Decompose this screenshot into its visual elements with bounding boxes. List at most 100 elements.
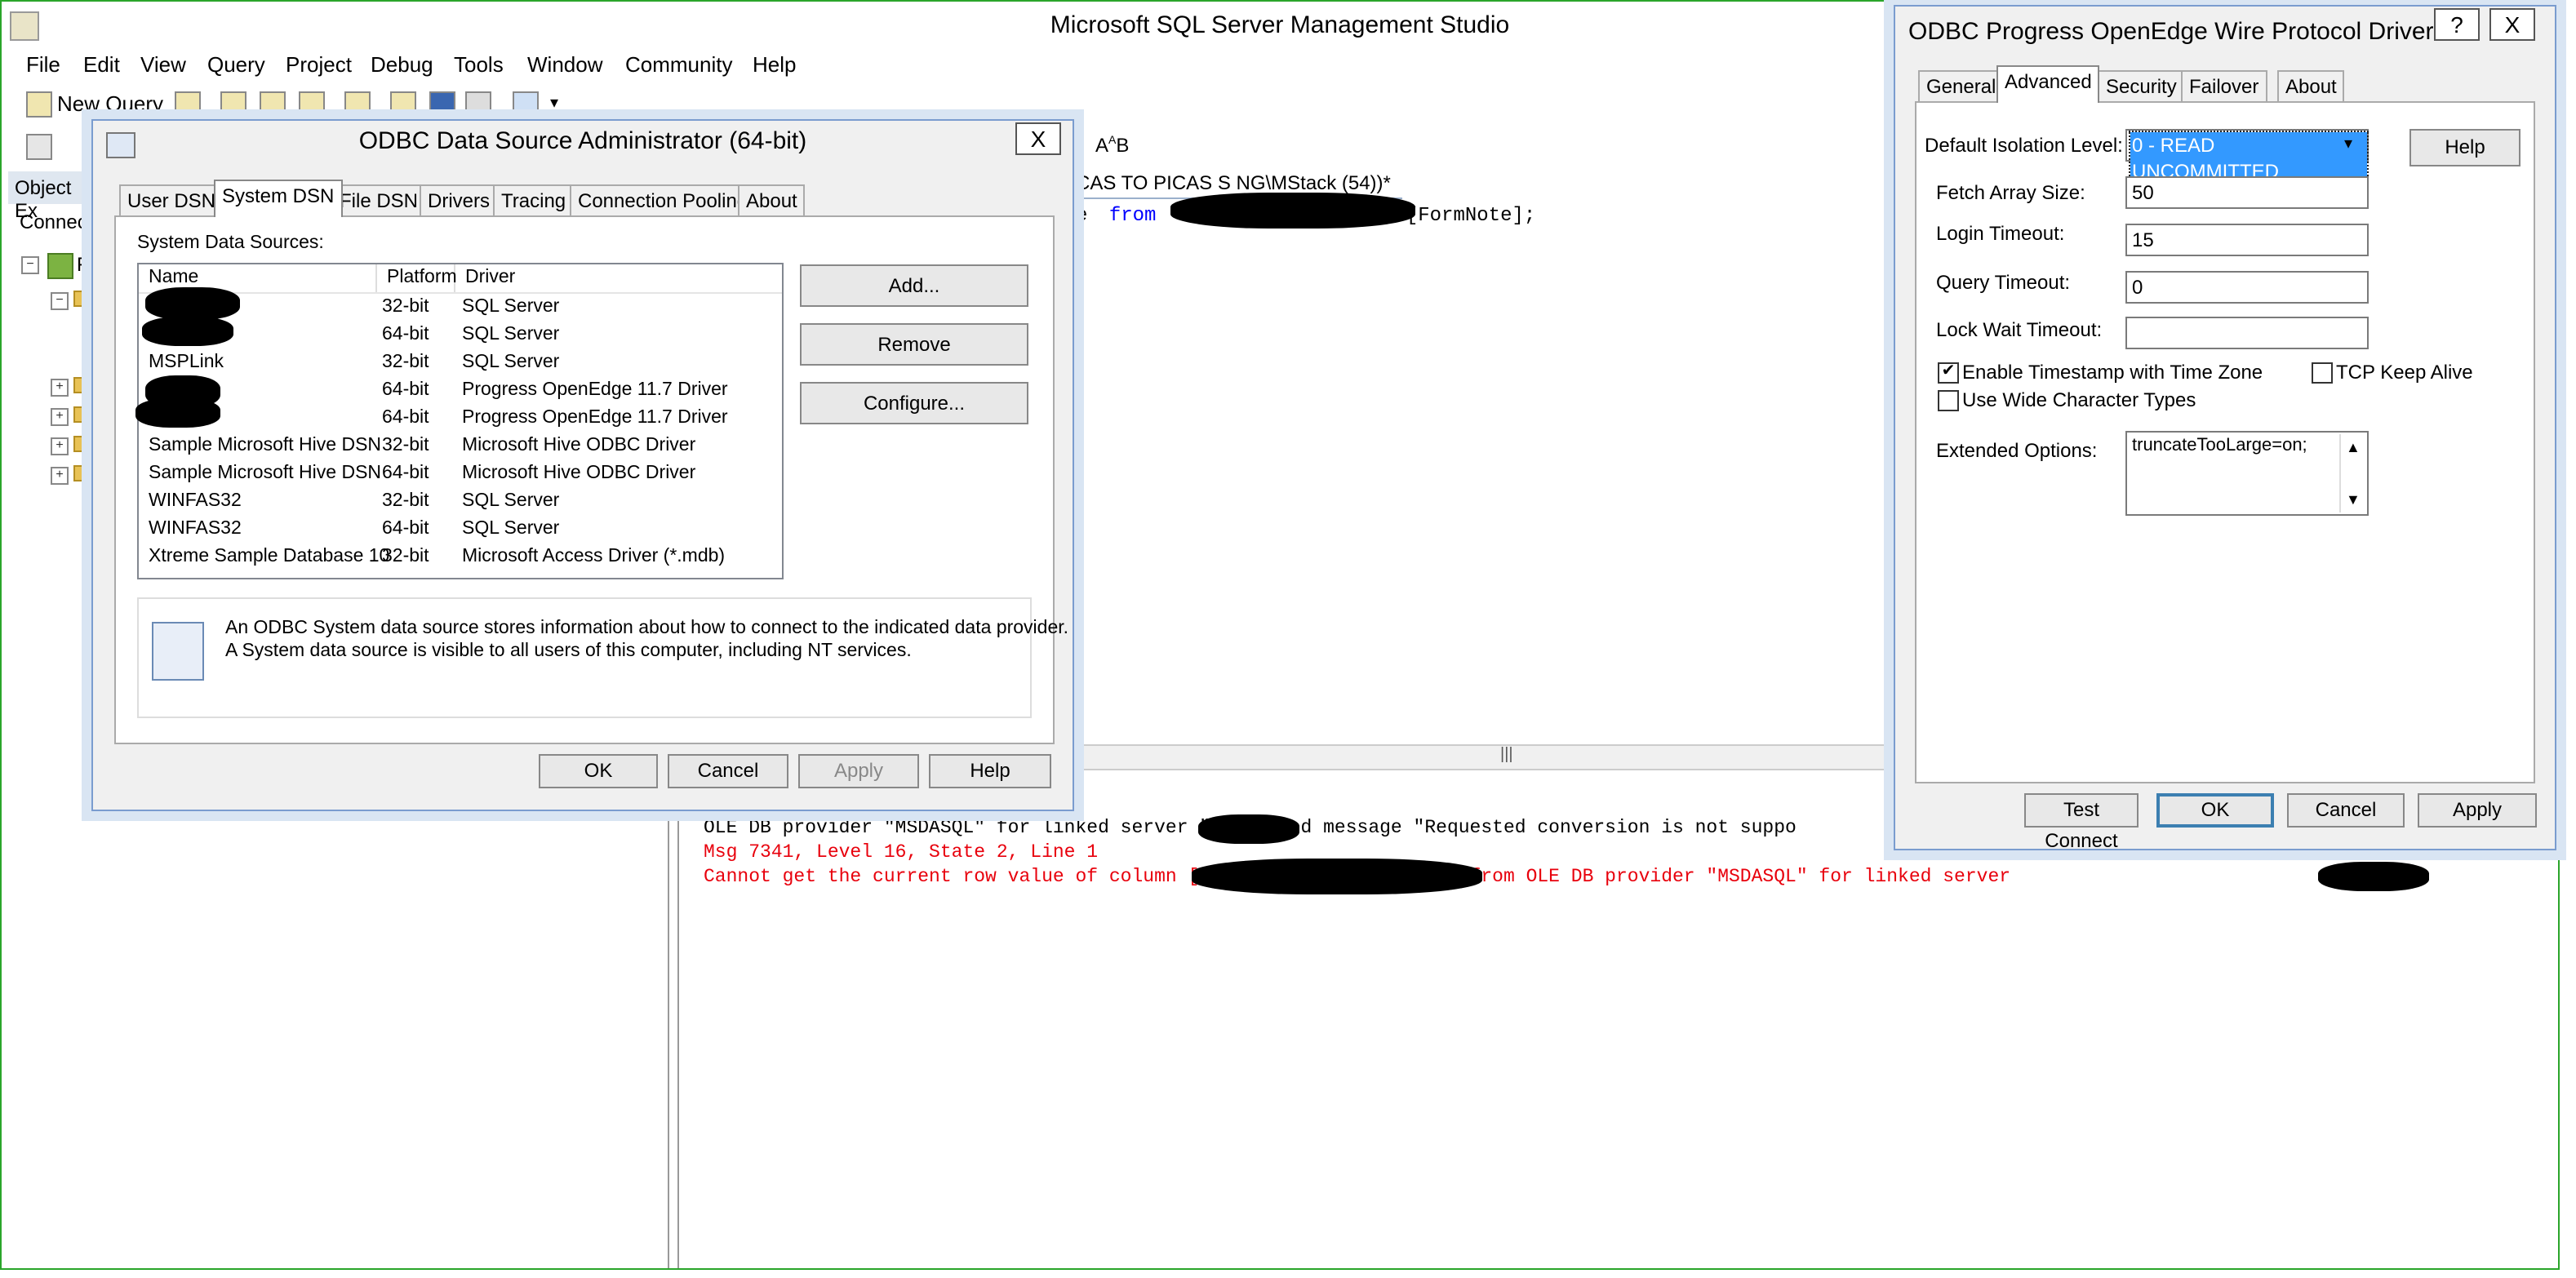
scroll-down-icon[interactable]: ▼	[2346, 486, 2361, 513]
system-dsn-list[interactable]: Name Platform Driver 32-bit SQL Server 64…	[135, 263, 784, 579]
configure-button[interactable]: Configure...	[800, 382, 1028, 424]
wide-char-types-checkbox[interactable]	[1938, 390, 1959, 411]
apply-button[interactable]: Apply	[2418, 793, 2537, 828]
add-button[interactable]: Add...	[800, 264, 1028, 307]
query-timeout-input[interactable]: 0	[2125, 271, 2369, 304]
list-item[interactable]: MSPLink 32-bit SQL Server	[139, 349, 782, 377]
tab-user-dsn[interactable]: User DSN	[119, 184, 224, 217]
info-box: An ODBC System data source stores inform…	[137, 597, 1068, 718]
expand-icon[interactable]: +	[51, 408, 69, 426]
scrollbar[interactable]: ▲ ▼	[2339, 434, 2367, 513]
font-size-icon[interactable]: AAB	[1095, 134, 1129, 157]
login-timeout-input[interactable]: 15	[2125, 224, 2369, 256]
print-icon[interactable]	[465, 91, 491, 118]
activity-monitor-icon[interactable]	[513, 91, 539, 118]
extended-options-value: truncateTooLarge=on;	[2132, 436, 2307, 455]
scroll-up-icon[interactable]: ▲	[2346, 434, 2361, 460]
dmx-query-icon[interactable]	[260, 91, 286, 118]
expand-icon[interactable]: +	[51, 379, 69, 397]
object-explorer-tab[interactable]: Object Ex	[8, 171, 93, 222]
menu-project[interactable]: Project	[286, 52, 352, 77]
login-timeout-label: Login Timeout:	[1936, 222, 2065, 245]
tab-failover[interactable]: Failover	[2181, 70, 2267, 103]
connect-button[interactable]: Connect	[8, 211, 92, 233]
tab-security[interactable]: Security	[2098, 70, 2185, 103]
menu-edit[interactable]: Edit	[83, 52, 120, 77]
menu-tools[interactable]: Tools	[454, 52, 504, 77]
folder-icon	[73, 436, 93, 452]
tab-drivers[interactable]: Drivers	[420, 184, 498, 217]
menu-view[interactable]: View	[140, 52, 186, 77]
apply-button[interactable]: Apply	[798, 754, 919, 788]
isolation-level-label: Default Isolation Level:	[1925, 134, 2123, 157]
menu-query[interactable]: Query	[207, 52, 265, 77]
tab-tracing[interactable]: Tracing	[493, 184, 575, 217]
collapse-icon[interactable]: −	[51, 292, 69, 310]
list-item[interactable]: 64-bit Progress OpenEdge 11.7 Driver	[139, 405, 782, 433]
new-document-icon[interactable]	[344, 91, 371, 118]
new-file-icon[interactable]	[175, 91, 201, 118]
remove-button[interactable]: Remove	[800, 323, 1028, 366]
expand-icon[interactable]: +	[51, 437, 69, 455]
info-text-2: A System data source is visible to all u…	[225, 641, 912, 661]
xmla-query-icon[interactable]	[299, 91, 325, 118]
chevron-down-icon[interactable]: ▾	[2344, 131, 2352, 160]
menu-help[interactable]: Help	[753, 52, 797, 77]
column-driver[interactable]: Driver	[455, 264, 782, 292]
dialog-title: ODBC Progress OpenEdge Wire Protocol Dri…	[1908, 18, 2453, 46]
mdx-query-icon[interactable]	[220, 91, 246, 118]
test-connect-button[interactable]: Test Connect	[2024, 793, 2139, 852]
splitter-grip-icon[interactable]: |||	[1500, 746, 1513, 764]
help-button[interactable]: Help	[929, 754, 1051, 788]
toolbar-overflow-icon[interactable]: ▾	[550, 95, 558, 113]
list-item[interactable]: WINFAS32 32-bit SQL Server	[139, 488, 782, 516]
fetch-array-size-input[interactable]: 50	[2125, 176, 2369, 209]
menu-community[interactable]: Community	[625, 52, 733, 77]
cancel-button[interactable]: Cancel	[2287, 793, 2405, 828]
menu-file[interactable]: File	[26, 52, 60, 77]
tcp-keep-alive-label: TCP Keep Alive	[2336, 361, 2473, 384]
close-button[interactable]: X	[1015, 122, 1061, 155]
enable-timestamp-checkbox[interactable]: ✔	[1938, 362, 1959, 384]
list-item[interactable]: 64-bit SQL Server	[139, 322, 782, 349]
enable-timestamp-label: Enable Timestamp with Time Zone	[1962, 361, 2263, 384]
tcp-keep-alive-checkbox[interactable]	[2312, 362, 2333, 384]
extended-options-textarea[interactable]: truncateTooLarge=on; ▲ ▼	[2125, 431, 2369, 516]
new-query-button[interactable]: New Query	[57, 91, 163, 116]
query-timeout-label: Query Timeout:	[1936, 271, 2071, 294]
lock-wait-timeout-input[interactable]	[2125, 317, 2369, 349]
close-button[interactable]: X	[2489, 8, 2535, 41]
tab-connection-pooling[interactable]: Connection Pooling	[570, 184, 757, 217]
object-explorer-toolbar-icon[interactable]	[26, 134, 52, 160]
expand-icon[interactable]: +	[51, 467, 69, 485]
query-editor-tab[interactable]: CAS TO PICAS S NG\MStack (54))*	[1076, 171, 1391, 194]
column-platform[interactable]: Platform	[377, 264, 457, 292]
redaction-mark	[2318, 862, 2429, 891]
menu-window[interactable]: Window	[527, 52, 603, 77]
menu-debug[interactable]: Debug	[371, 52, 433, 77]
isolation-level-select[interactable]: 0 - READ UNCOMMITTED ▾	[2125, 129, 2369, 186]
tab-about[interactable]: About	[2277, 70, 2345, 103]
list-item[interactable]: Sample Microsoft Hive DSN 32-bit Microsoft…	[139, 433, 782, 460]
open-file-icon[interactable]	[390, 91, 416, 118]
tab-about[interactable]: About	[738, 184, 806, 217]
collapse-icon[interactable]: −	[21, 256, 39, 274]
tab-system-dsn[interactable]: System DSN	[214, 180, 343, 217]
ok-button[interactable]: OK	[2156, 793, 2274, 828]
dialog-title: ODBC Data Source Administrator (64-bit)	[358, 127, 807, 155]
list-item[interactable]: Sample Microsoft Hive DSN 64-bit Microsoft…	[139, 460, 782, 488]
help-glyph-button[interactable]: ?	[2434, 8, 2480, 41]
cancel-button[interactable]: Cancel	[668, 754, 788, 788]
list-item[interactable]: WINFAS32 64-bit SQL Server	[139, 516, 782, 544]
folder-icon	[73, 291, 93, 307]
list-item[interactable]: 64-bit Progress OpenEdge 11.7 Driver	[139, 377, 782, 405]
tab-general[interactable]: General	[1918, 70, 2005, 103]
lock-wait-timeout-label: Lock Wait Timeout:	[1936, 318, 2103, 341]
list-item[interactable]: Xtreme Sample Database 10 32-bit Microsoft…	[139, 544, 782, 571]
folder-icon	[73, 465, 93, 481]
help-button[interactable]: Help	[2409, 129, 2520, 166]
tab-file-dsn[interactable]: File DSN	[331, 184, 427, 217]
ok-button[interactable]: OK	[539, 754, 658, 788]
tab-advanced[interactable]: Advanced	[1996, 65, 2100, 103]
save-icon[interactable]	[429, 91, 455, 118]
